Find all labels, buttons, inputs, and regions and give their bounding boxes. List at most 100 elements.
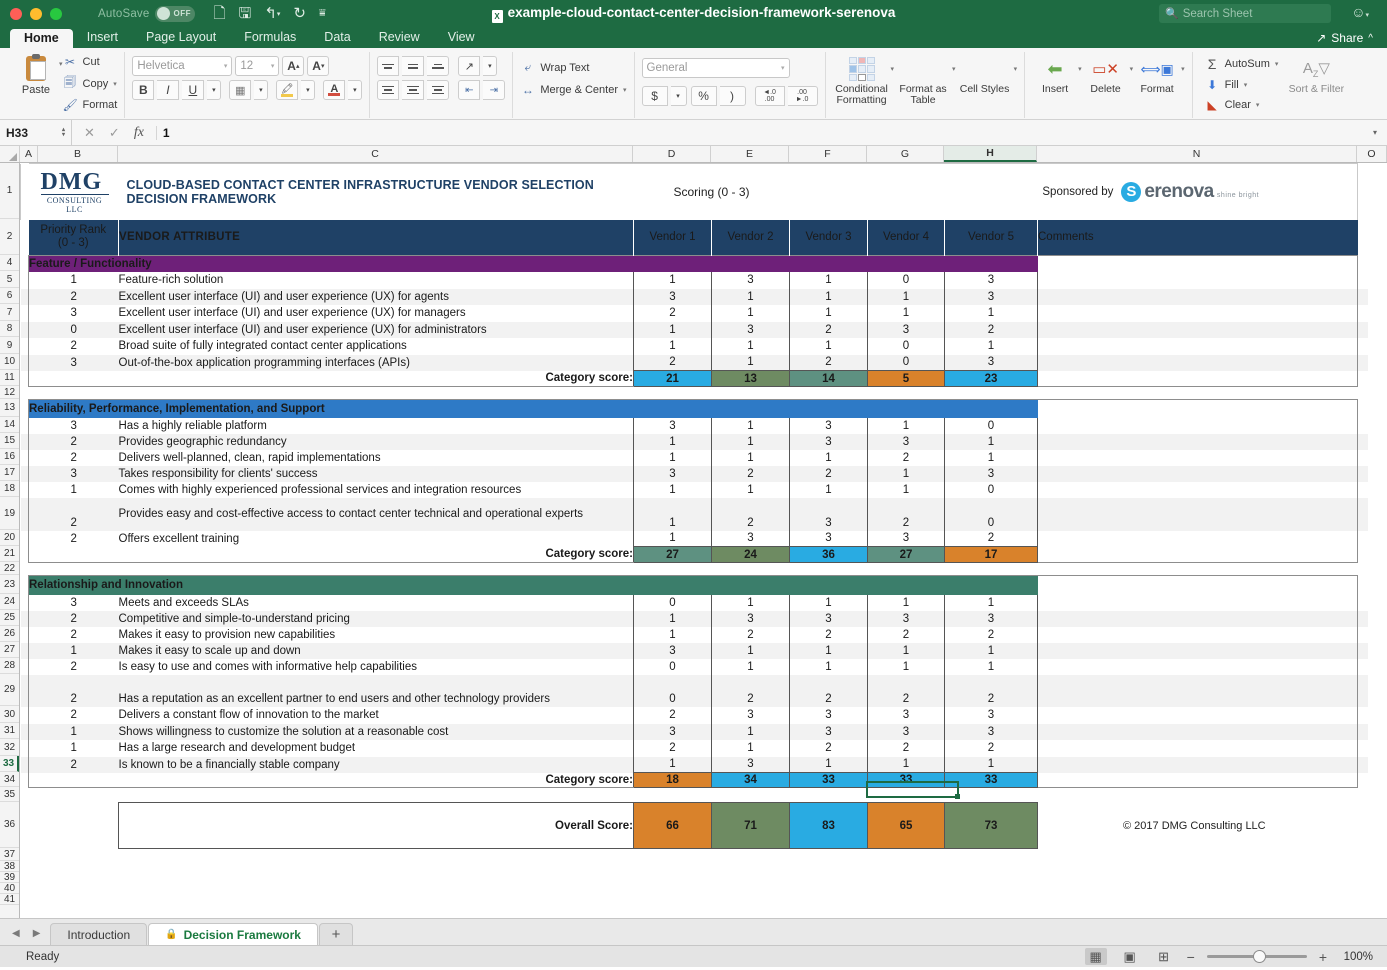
row-header-11[interactable]: 11: [0, 370, 19, 386]
conditional-formatting-button[interactable]: Conditional Formatting: [833, 52, 891, 106]
vendor-2-score[interactable]: 1: [711, 739, 790, 757]
column-header-G[interactable]: G: [867, 146, 944, 162]
vendor-5-score-selected[interactable]: 1: [944, 756, 1038, 773]
insert-cells-button[interactable]: ⬅ Insert: [1032, 52, 1078, 95]
row-header-38[interactable]: 38: [0, 861, 19, 872]
vendor-3-score[interactable]: 1: [789, 594, 868, 611]
vendor-5-score[interactable]: 3: [944, 354, 1038, 371]
row-header-19[interactable]: 19: [0, 497, 19, 530]
vendor-1-score[interactable]: 1: [633, 433, 712, 450]
vendor-1-score[interactable]: 1: [633, 497, 712, 531]
wrap-text-button[interactable]: ⤶ Wrap Text: [520, 60, 589, 75]
vendor-2-score[interactable]: 2: [711, 626, 790, 643]
tab-data[interactable]: Data: [310, 28, 364, 48]
orientation-dropdown-icon[interactable]: ▾: [483, 56, 498, 76]
tab-insert[interactable]: Insert: [73, 28, 132, 48]
vendor-1-score[interactable]: 1: [633, 321, 712, 338]
bold-button[interactable]: B: [132, 80, 155, 100]
row-header-7[interactable]: 7: [0, 304, 19, 321]
row-header-30[interactable]: 30: [0, 706, 19, 723]
vendor-3-score[interactable]: 1: [789, 481, 868, 498]
row-header-2[interactable]: 2: [0, 219, 19, 255]
sheet-tab-introduction[interactable]: Introduction: [50, 923, 148, 945]
vendor-5-score[interactable]: 1: [944, 449, 1038, 466]
vendor-3-score[interactable]: 3: [789, 497, 868, 531]
sort-filter-button[interactable]: AZ▽ Sort & Filter: [1288, 52, 1344, 95]
vendor-4-score[interactable]: 3: [867, 706, 945, 724]
ribbon-tab-bar[interactable]: Home Insert Page Layout Formulas Data Re…: [0, 27, 1387, 48]
vendor-4-score[interactable]: 1: [867, 642, 945, 659]
vendor-2-score[interactable]: 3: [711, 706, 790, 724]
copy-button[interactable]: 🗐 Copy ▾: [63, 73, 118, 94]
cell-styles-button[interactable]: Cell Styles: [956, 52, 1014, 95]
vendor-3-score[interactable]: 2: [789, 465, 868, 482]
currency-format-button[interactable]: $: [641, 86, 668, 106]
vendor-1-score[interactable]: 2: [633, 706, 712, 724]
sheet-tab-decision-framework[interactable]: 🔒 Decision Framework: [148, 923, 318, 945]
row-header-6[interactable]: 6: [0, 288, 19, 304]
row-header-28[interactable]: 28: [0, 658, 19, 674]
share-button[interactable]: ↗ Share ^: [1316, 31, 1373, 45]
zoom-in-button[interactable]: +: [1319, 949, 1327, 965]
row-header-13[interactable]: 13: [0, 399, 19, 417]
vendor-4-score[interactable]: 2: [867, 449, 945, 466]
vendor-4-score[interactable]: 1: [867, 594, 945, 611]
new-document-icon[interactable]: 🗋: [213, 6, 225, 21]
vendor-1-score[interactable]: 1: [633, 337, 712, 355]
align-center-button[interactable]: [402, 80, 425, 100]
maximize-window-button[interactable]: [50, 7, 62, 20]
vendor-4-score[interactable]: 3: [867, 433, 945, 450]
vendor-3-score[interactable]: 1: [789, 271, 868, 289]
row-header-8[interactable]: 8: [0, 321, 19, 337]
row-header-33[interactable]: 33: [0, 756, 19, 772]
vendor-5-score[interactable]: 3: [944, 271, 1038, 289]
vendor-5-score[interactable]: 3: [944, 610, 1038, 627]
row-header-22[interactable]: 22: [0, 562, 19, 575]
row-header-14[interactable]: 14: [0, 417, 19, 433]
vendor-3-score[interactable]: 2: [789, 739, 868, 757]
increase-font-size-button[interactable]: A ▴: [282, 56, 305, 76]
vendor-3-score[interactable]: 3: [789, 530, 868, 547]
vendor-5-score[interactable]: 2: [944, 321, 1038, 338]
row-header-31[interactable]: 31: [0, 723, 19, 739]
vendor-4-score[interactable]: 1: [867, 481, 945, 498]
borders-dropdown-icon[interactable]: ▾: [254, 80, 269, 100]
vendor-3-score[interactable]: 1: [789, 642, 868, 659]
clear-dropdown-icon[interactable]: ▾: [1256, 101, 1260, 109]
row-header-24[interactable]: 24: [0, 594, 19, 610]
row-header-34[interactable]: 34: [0, 772, 19, 787]
comma-format-button[interactable]: ): [719, 86, 746, 106]
vendor-3-score[interactable]: 3: [789, 417, 868, 434]
vendor-2-score[interactable]: 2: [711, 674, 790, 707]
vendor-2-score[interactable]: 1: [711, 723, 790, 740]
row-header-21[interactable]: 21: [0, 546, 19, 562]
window-controls[interactable]: [0, 7, 62, 20]
vendor-1-score[interactable]: 1: [633, 626, 712, 643]
vendor-1-score[interactable]: 1: [633, 530, 712, 547]
column-header-B[interactable]: B: [38, 146, 118, 162]
decrease-indent-button[interactable]: ⇤: [458, 80, 481, 100]
vendor-3-score[interactable]: 2: [789, 674, 868, 707]
vendor-2-score[interactable]: 1: [711, 642, 790, 659]
vendor-3-score[interactable]: 1: [789, 288, 868, 305]
increase-indent-button[interactable]: ⇥: [483, 80, 506, 100]
row-header-25[interactable]: 25: [0, 610, 19, 626]
column-header-C[interactable]: C: [118, 146, 633, 162]
font-color-dropdown-icon[interactable]: ▾: [348, 80, 363, 100]
row-header-35[interactable]: 35: [0, 787, 19, 802]
italic-button[interactable]: I: [157, 80, 180, 100]
vendor-3-score[interactable]: 2: [789, 626, 868, 643]
vendor-4-score[interactable]: 1: [867, 465, 945, 482]
vendor-4-score[interactable]: 3: [867, 723, 945, 740]
tab-home[interactable]: Home: [10, 29, 73, 48]
row-header-41[interactable]: 41: [0, 894, 19, 905]
vendor-3-score[interactable]: 3: [789, 610, 868, 627]
vendor-5-score[interactable]: 3: [944, 465, 1038, 482]
decrease-font-size-button[interactable]: A ▾: [307, 56, 330, 76]
vendor-1-score[interactable]: 1: [633, 271, 712, 289]
vendor-2-score[interactable]: 3: [711, 756, 790, 773]
vendor-2-score[interactable]: 1: [711, 304, 790, 322]
vendor-1-score[interactable]: 2: [633, 739, 712, 757]
vendor-2-score[interactable]: 1: [711, 417, 790, 434]
row-header-12[interactable]: 12: [0, 386, 19, 399]
